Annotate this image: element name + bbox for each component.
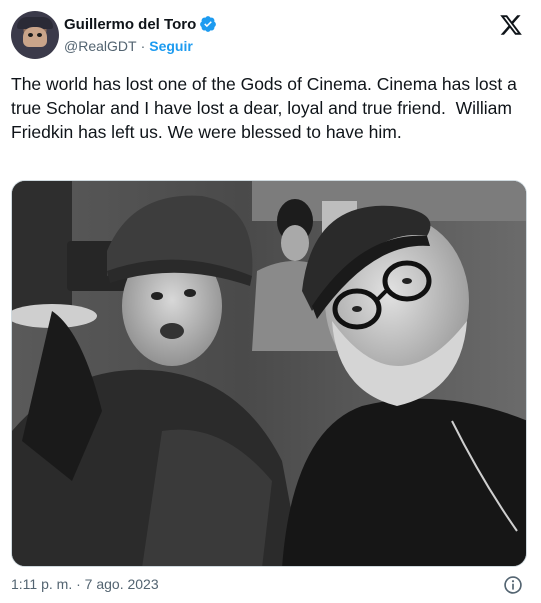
tweet-card: Guillermo del Toro @RealGDT · Seguir The… [0, 0, 541, 603]
handle[interactable]: @RealGDT [64, 38, 137, 54]
handle-row: @RealGDT · Seguir [64, 38, 193, 54]
tweet-timestamp[interactable]: 1:11 p. m. · 7 ago. 2023 [11, 576, 159, 592]
display-name[interactable]: Guillermo del Toro [64, 16, 196, 33]
separator-dot: · [140, 38, 146, 54]
follow-button[interactable]: Seguir [149, 38, 193, 54]
avatar[interactable] [11, 11, 59, 59]
name-row: Guillermo del Toro [64, 15, 217, 33]
verified-badge-icon [200, 16, 217, 32]
photo-illustration [12, 181, 526, 566]
tweet-text: The world has lost one of the Gods of Ci… [11, 74, 522, 142]
info-icon[interactable] [503, 575, 523, 595]
avatar-face [23, 27, 47, 47]
avatar-eye [37, 33, 42, 37]
avatar-eye [28, 33, 33, 37]
tweet-header: Guillermo del Toro @RealGDT · Seguir [11, 11, 531, 59]
tweet-photo[interactable] [11, 180, 527, 567]
x-logo-icon[interactable] [499, 13, 523, 37]
